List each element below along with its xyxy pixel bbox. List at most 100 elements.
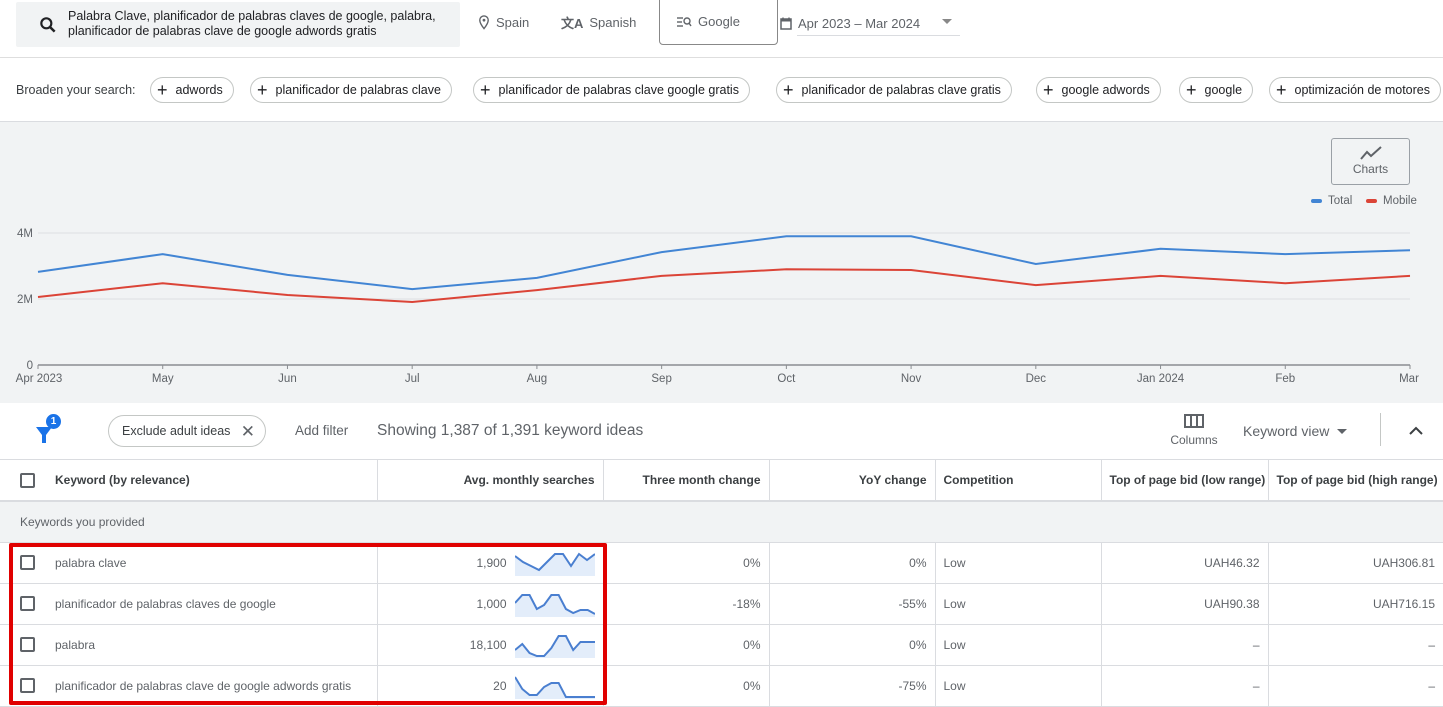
legend-swatch-total — [1311, 199, 1322, 203]
sparkline-area — [515, 595, 595, 617]
legend-item-mobile: Mobile — [1366, 195, 1417, 207]
plus-icon: + — [783, 81, 794, 99]
low-bid: – — [1101, 624, 1268, 665]
x-tick-label: Aug — [527, 373, 547, 385]
plus-icon: + — [257, 81, 268, 99]
row-checkbox[interactable] — [20, 678, 35, 693]
results-count: Showing 1,387 of 1,391 keyword ideas — [377, 422, 643, 440]
header-competition[interactable]: Competition — [935, 460, 1101, 501]
columns-label: Columns — [1170, 433, 1217, 447]
chip-label: planificador de palabras clave google gr… — [499, 83, 739, 97]
header-yoy-change[interactable]: YoY change — [769, 460, 935, 501]
location-pin-icon — [478, 15, 490, 30]
y-tick-label: 2M — [17, 294, 33, 306]
date-range-selector[interactable]: Apr 2023 – Mar 2024 — [780, 12, 960, 34]
chip-label: planificador de palabras clave gratis — [802, 83, 1001, 97]
filter-count-badge: 1 — [46, 414, 61, 429]
keyword-view-dropdown[interactable]: Keyword view — [1243, 423, 1347, 439]
search-query-text: Palabra Clave, planificador de palabras … — [68, 9, 453, 39]
row-checkbox[interactable] — [20, 596, 35, 611]
select-all-checkbox[interactable] — [20, 473, 35, 488]
chevron-up-icon[interactable] — [1406, 421, 1426, 441]
language-label: Spanish — [589, 15, 636, 30]
keyword-text: palabra — [55, 638, 95, 652]
charts-button[interactable]: Charts — [1331, 138, 1410, 185]
table-header-row: Keyword (by relevance) Avg. monthly sear… — [0, 460, 1443, 501]
add-filter-button[interactable]: Add filter — [295, 423, 348, 438]
filter-bar: 1 Exclude adult ideas ✕ Add filter Showi… — [0, 403, 1443, 460]
chip-label: adwords — [176, 83, 223, 97]
search-volume-chart: 02M4MApr 2023MayJunJulAugSepOctNovDecJan… — [0, 122, 1443, 403]
x-tick-label: Apr 2023 — [16, 373, 63, 385]
table-row: planificador de palabras claves de googl… — [0, 583, 1443, 624]
broaden-chip[interactable]: + optimización de motores — [1269, 77, 1441, 103]
avg-searches: 1,000 — [476, 597, 506, 611]
columns-icon — [1184, 414, 1204, 428]
three-month-change: 0% — [603, 542, 769, 583]
broaden-chip[interactable]: +google adwords — [1036, 77, 1161, 103]
charts-label: Charts — [1353, 162, 1388, 176]
keyword-text: planificador de palabras claves de googl… — [55, 597, 276, 611]
date-range-label: Apr 2023 – Mar 2024 — [798, 16, 920, 31]
close-icon[interactable]: ✕ — [241, 422, 255, 442]
keyword-search-box[interactable]: Palabra Clave, planificador de palabras … — [16, 2, 460, 47]
broaden-chip[interactable]: +google — [1179, 77, 1253, 103]
series-line-mobile — [38, 269, 1410, 302]
x-tick-label: Dec — [1026, 373, 1047, 385]
location-selector[interactable]: Spain — [478, 12, 529, 32]
broaden-chip[interactable]: + planificador de palabras clave gratis — [776, 77, 1012, 103]
network-selector[interactable]: Google — [659, 0, 778, 45]
translate-icon: 文A — [561, 13, 583, 32]
sparkline-area — [515, 677, 595, 699]
row-checkbox[interactable] — [20, 555, 35, 570]
row-checkbox[interactable] — [20, 637, 35, 652]
x-tick-label: Nov — [901, 373, 922, 385]
three-month-change: -18% — [603, 583, 769, 624]
keyword-view-label: Keyword view — [1243, 423, 1329, 439]
x-tick-label: Jan 2024 — [1137, 373, 1185, 385]
plus-icon: + — [1276, 81, 1287, 99]
search-network-icon — [676, 16, 692, 28]
language-selector[interactable]: 文A Spanish — [561, 12, 636, 32]
trend-sparkline — [515, 632, 595, 658]
yoy-change: 0% — [769, 542, 935, 583]
group-label: Keywords you provided — [0, 501, 1443, 542]
sparkline-area — [515, 636, 595, 658]
columns-button[interactable]: Columns — [1162, 411, 1226, 447]
plus-icon: + — [157, 81, 168, 99]
header-avg-monthly-searches[interactable]: Avg. monthly searches — [377, 460, 603, 501]
table-row: planificador de palabras clave de google… — [0, 665, 1443, 706]
chip-label: optimización de motores — [1295, 83, 1430, 97]
low-bid: UAH90.38 — [1101, 583, 1268, 624]
header-keyword[interactable]: Keyword (by relevance) — [0, 460, 377, 501]
exclude-adult-ideas-chip[interactable]: Exclude adult ideas ✕ — [108, 415, 266, 447]
high-bid: – — [1268, 624, 1443, 665]
table-row: palabra clave 1,900 0% 0% Low UAH46.32 U… — [0, 542, 1443, 583]
header-high-bid[interactable]: Top of page bid (high range) — [1268, 460, 1443, 501]
top-bar: Palabra Clave, planificador de palabras … — [0, 0, 1443, 58]
high-bid: UAH716.15 — [1268, 583, 1443, 624]
header-label: Keyword (by relevance) — [55, 473, 190, 487]
exclude-chip-label: Exclude adult ideas — [122, 424, 230, 438]
header-low-bid[interactable]: Top of page bid (low range) — [1101, 460, 1268, 501]
plus-icon: + — [480, 81, 491, 99]
broaden-chip[interactable]: + planificador de palabras clave google g… — [473, 77, 750, 103]
plus-icon: + — [1186, 81, 1197, 99]
calendar-icon — [780, 17, 792, 30]
plus-icon: + — [1043, 81, 1054, 99]
broaden-chip[interactable]: + adwords — [150, 77, 234, 103]
broaden-chip[interactable]: + planificador de palabras clave — [250, 77, 452, 103]
trend-sparkline — [515, 591, 595, 617]
three-month-change: 0% — [603, 665, 769, 706]
y-tick-label: 0 — [27, 360, 33, 372]
chip-label: planificador de palabras clave — [276, 83, 441, 97]
three-month-change: 0% — [603, 624, 769, 665]
x-tick-label: Feb — [1275, 373, 1295, 385]
search-icon — [38, 15, 58, 35]
header-three-month-change[interactable]: Three month change — [603, 460, 769, 501]
high-bid: UAH306.81 — [1268, 542, 1443, 583]
competition: Low — [935, 624, 1101, 665]
network-label: Google — [698, 14, 740, 29]
competition: Low — [935, 542, 1101, 583]
line-chart-icon — [1360, 146, 1382, 160]
